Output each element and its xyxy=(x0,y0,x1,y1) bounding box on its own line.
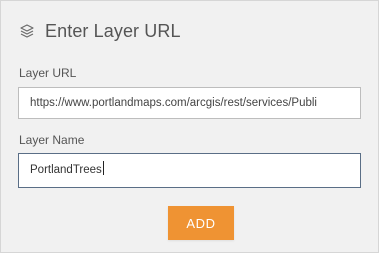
layer-name-label: Layer Name xyxy=(19,133,85,147)
layer-name-input[interactable]: PortlandTrees xyxy=(18,153,361,188)
layer-url-label: Layer URL xyxy=(19,66,77,80)
panel-header: Enter Layer URL xyxy=(18,19,181,43)
layer-name-value: PortlandTrees xyxy=(30,164,102,176)
add-button[interactable]: ADD xyxy=(168,206,234,240)
panel-title: Enter Layer URL xyxy=(45,20,181,41)
layers-icon xyxy=(18,22,36,40)
text-caret xyxy=(102,161,104,175)
enter-layer-url-panel: Enter Layer URL Layer URL https://www.po… xyxy=(0,0,379,253)
layer-url-input[interactable]: https://www.portlandmaps.com/arcgis/rest… xyxy=(18,87,361,119)
layer-url-value: https://www.portlandmaps.com/arcgis/rest… xyxy=(30,97,317,109)
